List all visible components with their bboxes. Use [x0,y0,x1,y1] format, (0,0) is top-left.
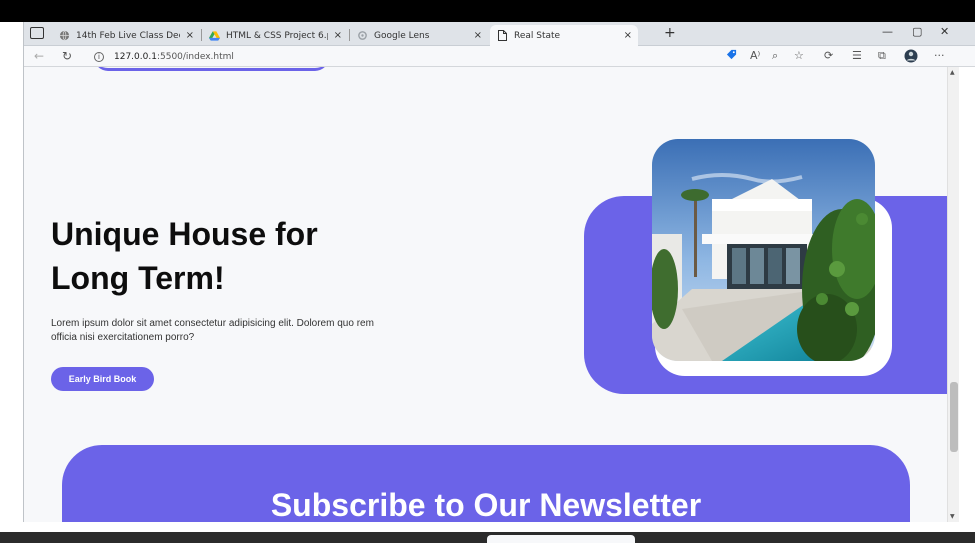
read-aloud-icon[interactable]: A⁾ [750,49,760,62]
restore-icon[interactable]: ▢ [912,25,922,38]
more-icon[interactable]: ··· [934,49,945,62]
newsletter-title: Subscribe to Our Newsletter [270,487,702,522]
taskbar-strip [0,532,975,543]
tab-real-state[interactable]: Real State × [490,25,638,46]
globe-icon [58,30,70,42]
tab-close-icon[interactable]: × [334,30,342,41]
window-left-edge [0,22,24,522]
tab-live-class[interactable]: 14th Feb Live Class Decision and × [52,25,200,46]
hero-title-line-1: Unique House for [51,216,318,252]
scroll-thumb[interactable] [950,382,958,452]
browser-tab-strip: 14th Feb Live Class Decision and × HTML … [24,22,975,46]
close-window-icon[interactable]: ✕ [940,25,949,38]
hero-title-line-2: Long Term! [51,260,225,296]
navbar-underline [94,67,329,71]
early-bird-book-button[interactable]: Early Bird Book [51,367,154,391]
house-image [652,139,875,361]
tab-google-lens[interactable]: Google Lens × [350,25,488,46]
scroll-down-icon[interactable]: ▼ [950,513,955,520]
zoom-icon[interactable]: ⌕ [772,49,778,63]
minimize-icon[interactable]: — [882,25,893,38]
url-field[interactable]: i 127.0.0.1 :5500/index.html [94,49,234,64]
page-icon [496,30,508,42]
site-info-icon[interactable]: i [94,51,104,62]
tab-title: HTML & CSS Project 6.pdf - Goo [226,30,328,41]
favorite-icon[interactable]: ☆ [794,49,804,62]
tag-icon[interactable] [726,49,737,63]
tab-close-icon[interactable]: × [186,30,194,41]
favorites-icon[interactable]: ☰ [852,49,862,62]
address-bar: ← ↻ i 127.0.0.1 :5500/index.html A⁾ ⌕ ☆ … [24,46,975,67]
lens-icon [356,30,368,42]
window-bottom-edge [0,522,975,532]
hero-description: Lorem ipsum dolor sit amet consectetur a… [51,318,374,343]
tab-project-pdf[interactable]: HTML & CSS Project 6.pdf - Goo × [202,25,348,46]
profile-icon[interactable] [904,49,918,66]
window-right-edge [959,67,975,522]
url-path: :5500/index.html [156,51,234,62]
extensions-icon[interactable]: ⟳ [824,49,833,62]
tab-title: Real State [514,30,561,41]
tab-title: Google Lens [374,30,430,41]
url-host: 127.0.0.1 [114,51,157,62]
collections-icon[interactable]: ⧉ [878,49,886,63]
hero-title: Unique House for Long Term! [51,212,451,300]
screen-top-border [0,0,975,22]
drive-icon [208,30,220,42]
taskbar-active-tab [487,535,635,543]
newsletter-section: Subscribe to Our Newsletter [62,445,910,522]
scroll-up-icon[interactable]: ▲ [950,69,955,76]
refresh-icon[interactable]: ↻ [62,49,72,63]
tab-actions-icon[interactable] [30,27,44,39]
page-viewport: Unique House for Long Term! Lorem ipsum … [24,67,947,522]
page-scrollbar[interactable]: ▲ ▼ [947,67,959,522]
tab-close-icon[interactable]: × [624,30,632,41]
back-icon[interactable]: ← [34,49,44,63]
tab-title: 14th Feb Live Class Decision and [76,30,180,41]
tab-close-icon[interactable]: × [474,30,482,41]
new-tab-icon[interactable]: + [664,25,676,41]
